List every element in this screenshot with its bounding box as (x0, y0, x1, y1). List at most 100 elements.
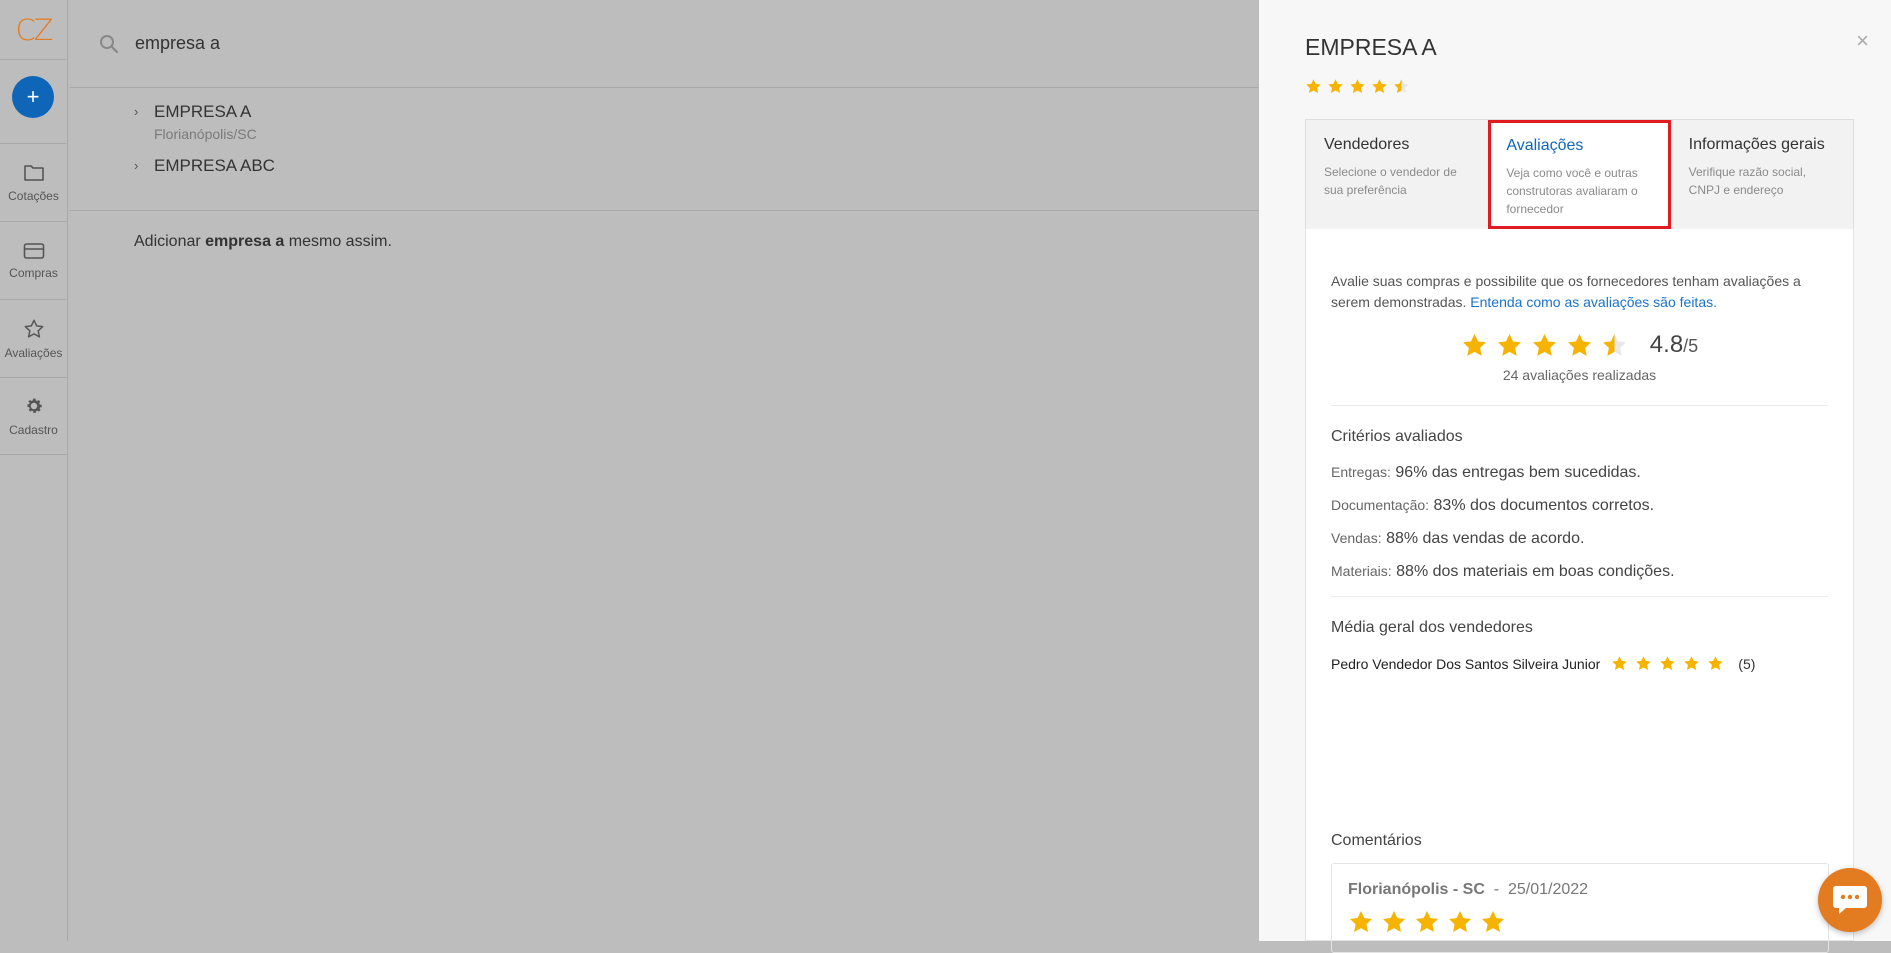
criterion-row: Documentação: 83% dos documentos correto… (1331, 497, 1828, 515)
criterion-label: Materiais: (1331, 563, 1392, 579)
comments-title: Comentários (1331, 832, 1422, 849)
star-full-icon (1497, 333, 1521, 356)
chat-bubble-icon (1833, 886, 1867, 914)
criterion-row: Vendas: 88% das vendas de acordo. (1331, 530, 1828, 548)
chat-button[interactable] (1818, 868, 1882, 932)
result-item[interactable]: › EMPRESA ABC (134, 156, 1259, 176)
criterion-label: Vendas: (1331, 530, 1382, 546)
result-location: Florianópolis/SC (154, 126, 257, 142)
star-icon (24, 319, 43, 338)
star-full-icon (1349, 910, 1373, 932)
overall-rating-stars (1461, 332, 1628, 359)
comment-header: Florianópolis - SC - 25/01/2022 (1348, 881, 1812, 899)
intro-text: Avalie suas compras e possibilite que os… (1331, 271, 1828, 313)
star-full-icon (1415, 910, 1439, 932)
seller-row: Pedro Vendedor Dos Santos Silveira Junio… (1331, 655, 1828, 672)
star-full-icon (1328, 79, 1343, 94)
seller-name: Pedro Vendedor Dos Santos Silveira Junio… (1331, 655, 1601, 672)
tab-informacoes-gerais[interactable]: Informações gerais Verifique razão socia… (1671, 120, 1853, 229)
tab-desc: Verifique razão social, CNPJ e endereço (1688, 165, 1807, 197)
add-button[interactable]: + (12, 76, 54, 118)
tab-title: Vendedores (1324, 136, 1410, 153)
criterion-text: 88% dos materiais em boas condições. (1396, 563, 1675, 580)
tab-avaliacoes[interactable]: Avaliações Veja como você e outras const… (1488, 120, 1671, 229)
header-rating-stars (1305, 78, 1410, 95)
nav-item-label: Avaliações (4, 345, 63, 360)
nav-item-label: Cadastro (9, 423, 58, 437)
comment-rating-stars (1348, 909, 1812, 935)
chevron-right-icon: › (134, 104, 139, 119)
star-full-icon (1306, 79, 1321, 94)
nav-item-cotacoes[interactable]: Cotações (0, 143, 67, 221)
star-full-icon (1532, 333, 1556, 356)
chevron-right-icon: › (134, 158, 139, 173)
app-logo[interactable]: CZ (0, 0, 67, 60)
nav-item-label: Cotações (8, 188, 59, 203)
gear-icon (26, 398, 42, 413)
add-term: empresa a (205, 233, 285, 250)
star-full-icon (1382, 910, 1406, 932)
card-icon (23, 242, 44, 259)
seller-rating-count: (5) (1738, 655, 1756, 672)
how-ratings-work-link[interactable]: Entenda como as avaliações são feitas. (1470, 294, 1717, 310)
drawer-tabs: Vendedores Selecione o vendedor de sua p… (1305, 119, 1854, 230)
star-full-icon (1684, 656, 1700, 671)
comment-card: Florianópolis - SC - 25/01/2022 (1331, 863, 1829, 953)
star-half-icon (1602, 333, 1626, 356)
star-full-icon (1708, 656, 1724, 671)
rating-number: 4.8 (1649, 331, 1684, 358)
tab-title: Informações gerais (1688, 136, 1825, 153)
criterion-text: 83% dos documentos corretos. (1433, 497, 1655, 514)
nav-item-label: Compras (9, 265, 58, 280)
criterion-text: 96% das entregas bem sucedidas. (1395, 464, 1641, 481)
result-item[interactable]: › EMPRESA A Florianópolis/SC (134, 102, 1259, 142)
divider (1331, 405, 1828, 406)
star-full-icon (1636, 656, 1652, 671)
nav-item-avaliacoes[interactable]: Avaliações (0, 299, 67, 377)
star-full-icon (1372, 79, 1387, 94)
star-full-icon (1567, 333, 1591, 356)
divider (1331, 596, 1828, 597)
criterion-row: Entregas: 96% das entregas bem sucedidas… (1331, 464, 1828, 482)
tab-desc: Selecione o vendedor de sua preferência (1324, 165, 1457, 197)
nav-item-cadastro[interactable]: Cadastro (0, 377, 67, 455)
star-half-icon (1394, 79, 1409, 94)
star-full-icon (1462, 333, 1486, 356)
rating-value: 4.8/5 (1650, 331, 1698, 359)
star-full-icon (1660, 656, 1676, 671)
side-nav: CZ + Cotações Compras Avaliações Cadastr… (0, 0, 68, 941)
comment-location: Florianópolis - SC (1348, 881, 1485, 898)
comment-separator: - (1493, 881, 1500, 898)
add-prefix: Adicionar (134, 233, 206, 250)
search-icon (100, 34, 119, 53)
search-results: › EMPRESA A Florianópolis/SC › EMPRESA A… (69, 88, 1259, 211)
tab-desc: Veja como você e outras construtoras ava… (1506, 166, 1638, 216)
tab-vendedores[interactable]: Vendedores Selecione o vendedor de sua p… (1306, 120, 1488, 229)
add-suffix: mesmo assim. (284, 233, 392, 250)
seller-rating-stars (1611, 655, 1724, 672)
star-full-icon (1448, 910, 1472, 932)
tab-title: Avaliações (1506, 137, 1584, 154)
search-input[interactable] (135, 33, 735, 54)
criterion-label: Documentação: (1331, 497, 1430, 513)
star-full-icon (1350, 79, 1365, 94)
close-icon[interactable]: × (1856, 30, 1869, 52)
star-full-icon (1481, 910, 1505, 932)
result-name: EMPRESA ABC (154, 156, 275, 175)
criterion-row: Materiais: 88% dos materiais em boas con… (1331, 563, 1828, 581)
criterion-text: 88% das vendas de acordo. (1386, 530, 1585, 547)
nav-item-compras[interactable]: Compras (0, 221, 67, 299)
result-name: EMPRESA A (154, 102, 252, 121)
overall-rating: 4.8/5 (1331, 331, 1828, 359)
supplier-drawer: × EMPRESA A Vendedores Selecione o vende… (1259, 0, 1891, 953)
star-full-icon (1612, 656, 1628, 671)
add-anyway-link[interactable]: Adicionar empresa a mesmo assim. (69, 211, 1259, 251)
search-bar (69, 0, 1259, 88)
main-content: › EMPRESA A Florianópolis/SC › EMPRESA A… (69, 0, 1259, 941)
drawer-title: EMPRESA A (1305, 34, 1437, 60)
criterion-label: Entregas: (1331, 464, 1391, 480)
criteria-title: Critérios avaliados (1331, 428, 1463, 445)
rating-count: 24 avaliações realizadas (1502, 367, 1657, 383)
ratings-panel: Avalie suas compras e possibilite que os… (1305, 229, 1854, 953)
sellers-title: Média geral dos vendedores (1331, 619, 1533, 636)
